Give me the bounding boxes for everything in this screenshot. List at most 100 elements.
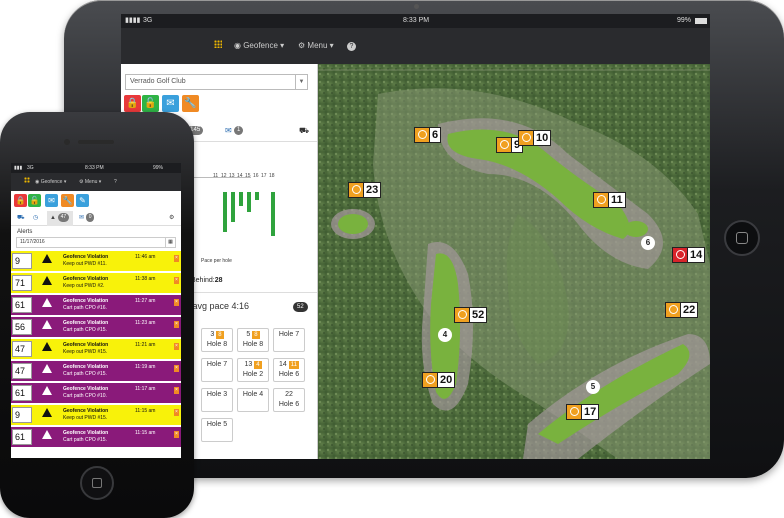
cart-marker[interactable]: 20 xyxy=(422,372,456,388)
alert-title: Geofence Violation xyxy=(63,386,109,392)
pen-icon[interactable]: ✎ xyxy=(76,194,89,207)
help-icon[interactable]: ? xyxy=(114,173,117,191)
tablet-home-button[interactable] xyxy=(724,220,760,256)
cart-marker[interactable]: 17 xyxy=(566,404,600,420)
dismiss-icon[interactable]: × xyxy=(174,321,179,328)
cart-marker[interactable]: 23 xyxy=(348,182,382,198)
cart-marker[interactable]: 11 xyxy=(593,192,626,208)
alert-detail: Cart path CPO #10. xyxy=(63,393,107,399)
car-tab-icon[interactable]: ⛟ xyxy=(17,211,25,226)
network-label: 3G xyxy=(27,165,34,171)
alert-row[interactable]: 47 Geofence Violation Cart path CPO #15. 11… xyxy=(11,361,181,381)
alert-title: Geofence Violation xyxy=(63,342,109,348)
warning-icon xyxy=(42,364,52,373)
alert-time: 11:15 am xyxy=(135,408,156,414)
alert-title: Geofence Violation xyxy=(63,298,109,304)
alert-row[interactable]: 61 Geofence Violation Cart path CPO #10. 11… xyxy=(11,383,181,403)
clock-icon xyxy=(519,131,534,145)
alert-row[interactable]: 47 Geofence Violation Keep out PWD #15. 11:… xyxy=(11,339,181,359)
mail-icon[interactable]: ✉ xyxy=(162,95,179,112)
alert-row[interactable]: 61 Geofence Violation Cart path CPO #16. 11… xyxy=(11,295,181,315)
tablet-navbar: ◉ Geofence ▾ ⚙ Menu ▾ ? xyxy=(121,28,710,64)
cart-number: 47 xyxy=(12,341,32,357)
alert-time: 11:21 am xyxy=(135,342,156,348)
pace-tick-label: 17 xyxy=(261,173,267,179)
unlock-icon[interactable]: 🔓 xyxy=(28,194,41,207)
hole-count-badge: 8 xyxy=(216,331,224,339)
dismiss-icon[interactable]: × xyxy=(174,365,179,372)
cart-marker-label: 6 xyxy=(432,129,439,141)
alert-title: Geofence Violation xyxy=(63,276,109,282)
hole-number-marker[interactable]: 4 xyxy=(438,328,452,342)
apps-grid-icon[interactable] xyxy=(214,28,222,64)
alert-title: Geofence Violation xyxy=(63,364,109,370)
hole-tile[interactable]: 13 4 Hole 2 xyxy=(237,358,269,382)
tab-alerts[interactable]: ▲ 47 xyxy=(47,211,73,226)
hole-tile[interactable]: 22 Hole 6 xyxy=(273,388,305,412)
avg-pace: - avg pace 4:16 xyxy=(187,301,250,311)
cart-number: 56 xyxy=(12,319,32,335)
mail-icon[interactable]: ✉ xyxy=(45,194,58,207)
hole-label: Hole 7 xyxy=(278,331,300,338)
lock-icon[interactable]: 🔒 xyxy=(14,194,27,207)
geofence-menu[interactable]: ◉ Geofence ▾ xyxy=(234,28,284,64)
dismiss-icon[interactable]: × xyxy=(174,387,179,394)
hole-tile[interactable]: 14 11 Hole 6 xyxy=(273,358,305,382)
alert-row[interactable]: 71 Geofence Violation Keep out PWD #2. 11:3… xyxy=(11,273,181,293)
wrench-icon[interactable]: 🔧 xyxy=(61,194,74,207)
cart-marker[interactable]: 52 xyxy=(454,307,488,323)
course-map[interactable]: 691023111452222017645 xyxy=(318,64,710,459)
chevron-down-icon: ▼ xyxy=(295,75,307,89)
date-field[interactable]: 11/17/2016 ▦ xyxy=(16,237,176,248)
cart-marker[interactable]: 22 xyxy=(665,302,699,318)
hole-tile[interactable]: Hole 5 xyxy=(201,418,233,442)
alert-row[interactable]: 56 Geofence Violation Cart path CPO #15. 11… xyxy=(11,317,181,337)
car-icon[interactable]: ⛟ xyxy=(299,120,309,142)
alert-list: 9 Geofence Violation Keep out PWD #11. 11:4… xyxy=(11,251,181,458)
calendar-icon[interactable]: ▦ xyxy=(165,238,175,247)
hole-tile[interactable]: Hole 7 xyxy=(201,358,233,382)
hole-tile[interactable]: 3 8 Hole 8 xyxy=(201,328,233,352)
dismiss-icon[interactable]: × xyxy=(174,431,179,438)
help-icon[interactable]: ? xyxy=(347,28,356,64)
unlock-icon[interactable]: 🔓 xyxy=(142,95,159,112)
hole-label: Hole 6 xyxy=(278,401,300,408)
tab-messages[interactable]: ✉ 1 xyxy=(225,120,244,142)
dismiss-icon[interactable]: × xyxy=(174,409,179,416)
hole-tile[interactable]: Hole 7 xyxy=(273,328,305,352)
cart-marker[interactable]: 6 xyxy=(414,127,442,143)
wrench-icon[interactable]: 🔧 xyxy=(182,95,199,112)
settings-icon[interactable]: ⚙ xyxy=(169,211,174,226)
alert-row[interactable]: 61 Geofence Violation Cart path CPO #15. 11… xyxy=(11,427,181,447)
dismiss-icon[interactable]: × xyxy=(174,343,179,350)
main-menu[interactable]: ⚙ Menu ▾ xyxy=(298,28,334,64)
geofence-menu[interactable]: ◉ Geofence ▾ xyxy=(35,173,66,191)
course-select[interactable]: Verrado Golf Club ▼ xyxy=(125,74,308,90)
dismiss-icon[interactable]: × xyxy=(174,277,179,284)
dismiss-icon[interactable]: × xyxy=(174,255,179,262)
apps-grid-icon[interactable] xyxy=(24,173,30,191)
clock-icon xyxy=(497,138,512,152)
pace-tick-label: 14 xyxy=(237,173,243,179)
phone-home-button[interactable] xyxy=(80,466,114,500)
lock-icon[interactable]: 🔒 xyxy=(124,95,141,112)
alert-row[interactable]: 9 Geofence Violation Keep out PWD #11. 11:4… xyxy=(11,251,181,271)
alert-row[interactable]: 9 Geofence Violation Keep out PWD #15. 11:1… xyxy=(11,405,181,425)
hole-number-marker[interactable]: 5 xyxy=(586,380,600,394)
hole-tile[interactable]: Hole 4 xyxy=(237,388,269,412)
clock-tab-icon[interactable]: ◷ xyxy=(33,211,38,226)
main-menu[interactable]: ⚙ Menu ▾ xyxy=(79,173,101,191)
tab-messages[interactable]: ✉ 0 xyxy=(79,211,95,226)
hole-number-marker[interactable]: 6 xyxy=(641,236,655,250)
hole-tile[interactable]: 5 8 Hole 8 xyxy=(237,328,269,352)
alert-detail: Keep out PWD #15. xyxy=(63,415,108,421)
hole-label: Hole 4 xyxy=(242,391,264,398)
pace-caption: Pace per hole xyxy=(201,258,232,264)
warning-icon xyxy=(42,342,52,351)
dismiss-icon[interactable]: × xyxy=(174,299,179,306)
battery-icon xyxy=(695,18,707,24)
hole-tile[interactable]: Hole 3 xyxy=(201,388,233,412)
cart-marker[interactable]: 14 xyxy=(672,247,706,263)
phone-tabs: ⛟ ◷ ▲ 47 ✉ 0 ⚙ xyxy=(11,211,181,226)
cart-marker[interactable]: 10 xyxy=(518,130,552,146)
